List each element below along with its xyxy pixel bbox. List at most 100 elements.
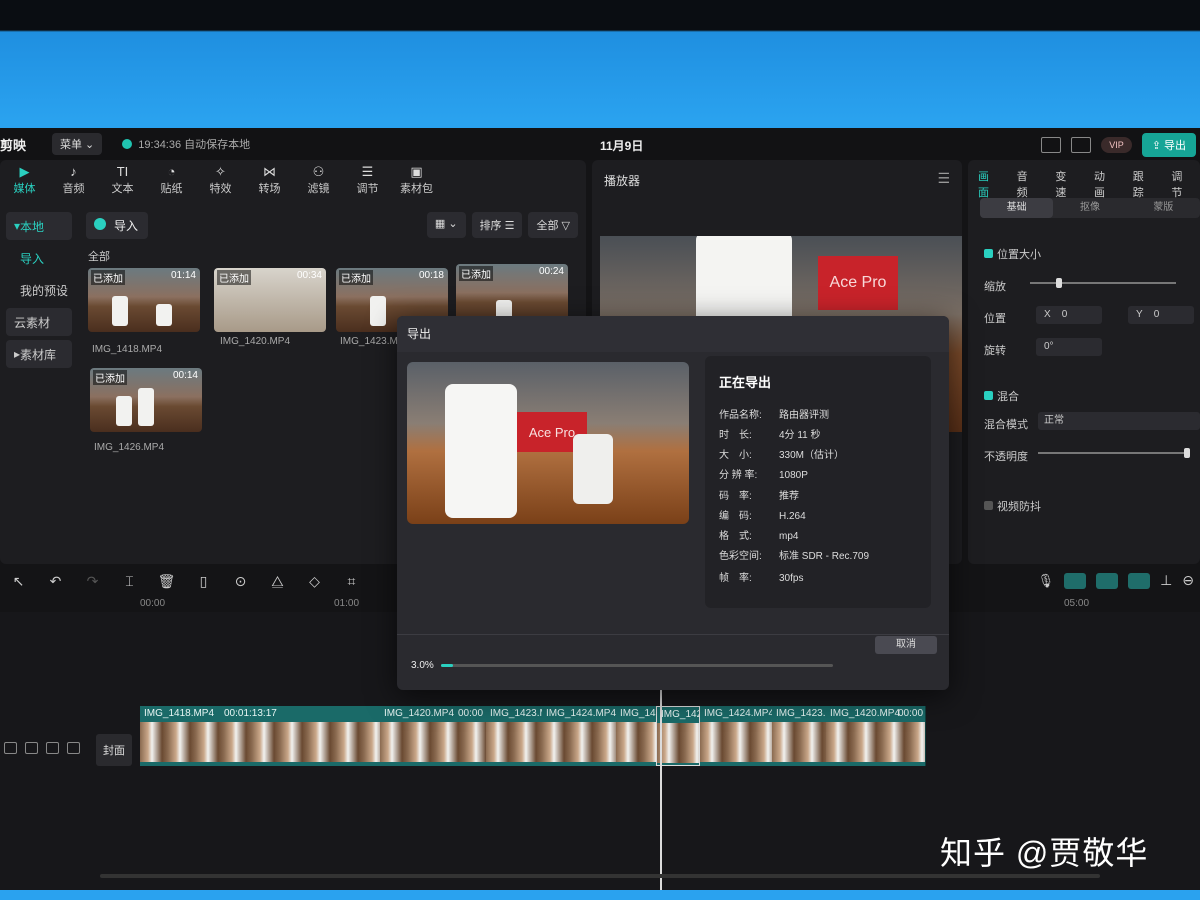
pos-size-toggle[interactable]: 位置大小 (984, 246, 1041, 262)
filter-label: 全部 (536, 220, 559, 232)
info-key: 码 率: (719, 491, 752, 502)
scale-slider[interactable] (1030, 278, 1176, 288)
sidebar-item-label: 导入 (20, 251, 45, 266)
delete-icon[interactable]: 🗑 (148, 573, 185, 590)
undo-icon[interactable]: ↶ (37, 573, 74, 590)
tab-sticker[interactable]: ◔ 贴纸 (147, 160, 196, 200)
link-toggle[interactable] (1096, 572, 1119, 589)
tab-transition[interactable]: ⋈ 转场 (245, 160, 294, 200)
tab-picture[interactable]: 画面 (968, 160, 1007, 199)
rotation-field[interactable]: 0° (1036, 338, 1102, 356)
added-badge: 已添加 (217, 270, 251, 285)
slider-knob[interactable] (1184, 448, 1190, 458)
segment-cutout[interactable]: 抠像 (1053, 198, 1126, 218)
lock-icon[interactable] (25, 742, 38, 754)
microphone-icon[interactable]: 🎙 (1038, 573, 1055, 589)
speaker-icon[interactable] (67, 742, 80, 754)
media-thumbnail[interactable]: 已添加 00:14 (90, 368, 202, 432)
layout-icon[interactable] (1071, 137, 1092, 153)
rotate-icon[interactable]: ◇ (296, 573, 333, 590)
sidebar-item-label: 我的预设 (20, 283, 69, 298)
menu-button[interactable]: 菜单 ⌄ (52, 133, 103, 155)
timeline-clip[interactable]: IMG_1424.MP4 (542, 706, 617, 766)
tab-adjust[interactable]: ☰ 调节 (343, 160, 392, 200)
vip-badge[interactable]: VIP (1101, 137, 1132, 153)
blend-toggle[interactable]: 混合 (984, 388, 1019, 404)
sidebar-item-local[interactable]: ▾ 本地 (6, 212, 72, 240)
added-badge: 已添加 (93, 370, 127, 385)
ruler-tick: 01:00 (334, 598, 360, 609)
slider-knob[interactable] (1056, 278, 1062, 288)
rotation-value: 0° (1044, 341, 1054, 352)
timeline-scrollbar[interactable] (100, 874, 1100, 878)
position-x-field[interactable]: X 0 (1036, 306, 1102, 324)
tab-effects[interactable]: ✧ 特效 (196, 160, 245, 200)
menu-icon[interactable]: ☰ (937, 170, 950, 187)
tab-text[interactable]: TI 文本 (98, 160, 147, 200)
info-key: 编 码: (719, 511, 752, 522)
info-row: 分 辨 率: 1080P (719, 466, 808, 481)
added-badge: 已添加 (339, 270, 373, 285)
snap-toggle[interactable] (1064, 572, 1087, 589)
timeline-clip[interactable]: IMG_1424.MP4 (700, 706, 773, 766)
select-tool-icon[interactable]: ↖ (0, 573, 37, 590)
tab-audio-prop[interactable]: 音频 (1007, 160, 1046, 199)
clip-duration: 00:00 (898, 708, 924, 719)
align-icon[interactable]: ⊥ (1160, 572, 1172, 589)
info-row: 色彩空间: 标准 SDR - Rec.709 (719, 547, 869, 562)
timeline-clip[interactable]: IMG_1423.M (772, 706, 827, 766)
tab-speed[interactable]: 变速 (1045, 160, 1084, 199)
segment-mask[interactable]: 蒙版 (1127, 198, 1200, 218)
timeline-clip[interactable]: IMG_142 (616, 706, 657, 766)
keyboard-icon[interactable] (1041, 137, 1062, 153)
import-button[interactable]: 导入 (86, 212, 149, 239)
tab-audio[interactable]: ♪ 音频 (49, 160, 98, 200)
crop-icon[interactable]: ⌗ (333, 573, 370, 590)
split-icon[interactable]: ⌶ (111, 573, 148, 590)
mirror-icon[interactable]: ⧋ (259, 573, 296, 590)
play-reverse-icon[interactable]: ⊙ (222, 573, 259, 590)
freeze-icon[interactable]: ▯ (185, 573, 222, 590)
filter-button[interactable]: 全部 ▽ (528, 212, 578, 238)
tab-animation[interactable]: 动画 (1084, 160, 1123, 199)
router-image (138, 388, 154, 426)
info-key: 帧 率: (719, 573, 752, 584)
media-thumbnail[interactable]: 已添加 00:34 (214, 268, 326, 332)
segment-basic[interactable]: 基础 (980, 198, 1054, 218)
blend-mode-dropdown[interactable]: 正常 (1038, 412, 1200, 430)
stabilize-toggle[interactable]: 视频防抖 (984, 498, 1041, 514)
timeline-clip[interactable]: IMG_1420.MP4 00:00 (826, 706, 926, 766)
timeline-clip[interactable]: IMG_1423.M (486, 706, 543, 766)
sidebar-item-cloud[interactable]: 云素材 (6, 308, 72, 336)
cancel-button[interactable]: 取消 (875, 636, 937, 654)
blend-mode-label: 混合模式 (984, 419, 1028, 431)
export-button[interactable]: ⇪ 导出 (1141, 133, 1196, 157)
properties-tabs: 画面 音频 变速 动画 跟踪 调节 (968, 160, 1200, 199)
timeline-clip[interactable]: IMG_1418.MP4 00:01:13:17 (140, 706, 381, 766)
redo-icon[interactable]: ↷ (74, 573, 111, 590)
tab-tracking[interactable]: 跟踪 (1123, 160, 1162, 199)
tab-asset-pack[interactable]: ▣ 素材包 (392, 160, 441, 200)
timeline-clip[interactable]: IMG_1420.MP4 00:00 (380, 706, 487, 766)
sidebar-item-import[interactable]: 导入 (6, 244, 72, 272)
media-filename: IMG_1426.MP4 (94, 442, 165, 453)
timeline-clip-selected[interactable]: IMG_142 (656, 706, 700, 766)
view-toggle-button[interactable]: ▦ ⌄ (426, 212, 466, 238)
sort-button[interactable]: 排序 ☰ (471, 212, 523, 238)
cover-button[interactable]: 封面 (96, 734, 132, 766)
track-toggle-icon[interactable] (4, 742, 17, 754)
sidebar-item-presets[interactable]: 我的预设 (6, 276, 72, 304)
tab-label: 贴纸 (160, 183, 183, 195)
preview-axis-toggle[interactable] (1128, 572, 1151, 589)
tab-adjust-prop[interactable]: 调节 (1161, 160, 1200, 199)
opacity-slider[interactable] (1038, 448, 1190, 458)
sidebar-item-library[interactable]: ▸ 素材库 (6, 340, 72, 368)
tab-media[interactable]: ▶ 媒体 (0, 160, 49, 200)
eye-icon[interactable] (46, 742, 59, 754)
video-track: IMG_1418.MP4 00:01:13:17 IMG_1420.MP4 00… (140, 706, 926, 766)
position-y-field[interactable]: Y 0 (1128, 306, 1194, 324)
tab-filter[interactable]: ⚇ 滤镜 (294, 160, 343, 200)
zoom-out-icon[interactable]: ⊖ (1182, 572, 1194, 589)
info-row: 格 式: mp4 (719, 527, 798, 542)
media-thumbnail[interactable]: 已添加 01:14 (88, 268, 200, 332)
